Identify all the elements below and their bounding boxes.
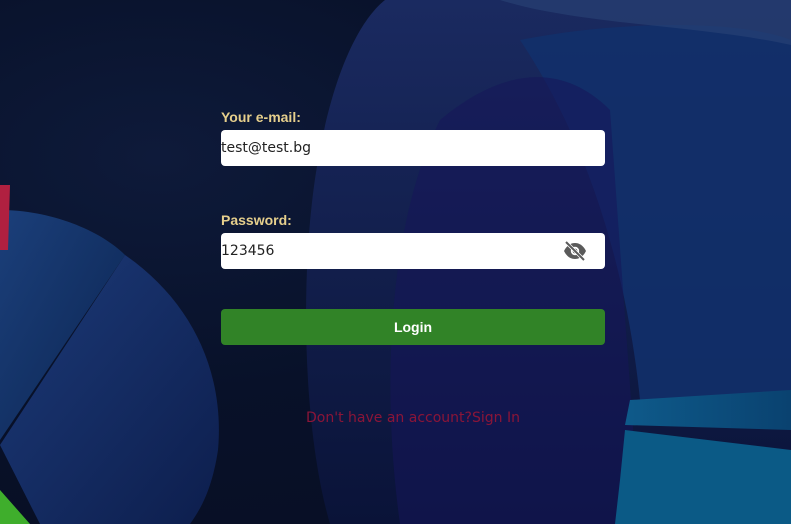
email-field-container[interactable] (221, 130, 605, 166)
password-field-container[interactable] (221, 233, 605, 269)
signup-prompt-text: Don't have an account? (306, 410, 472, 426)
login-form: Your e-mail: Password: Login Don't have … (221, 108, 605, 426)
email-field[interactable] (221, 131, 551, 165)
signup-prompt: Don't have an account?Sign In (221, 410, 605, 426)
login-button[interactable]: Login (221, 309, 605, 345)
sign-in-link[interactable]: Sign In (472, 410, 520, 426)
password-field[interactable] (221, 234, 551, 268)
password-label: Password: (221, 212, 292, 228)
email-label: Your e-mail: (221, 109, 301, 125)
eye-off-icon[interactable] (563, 240, 587, 262)
